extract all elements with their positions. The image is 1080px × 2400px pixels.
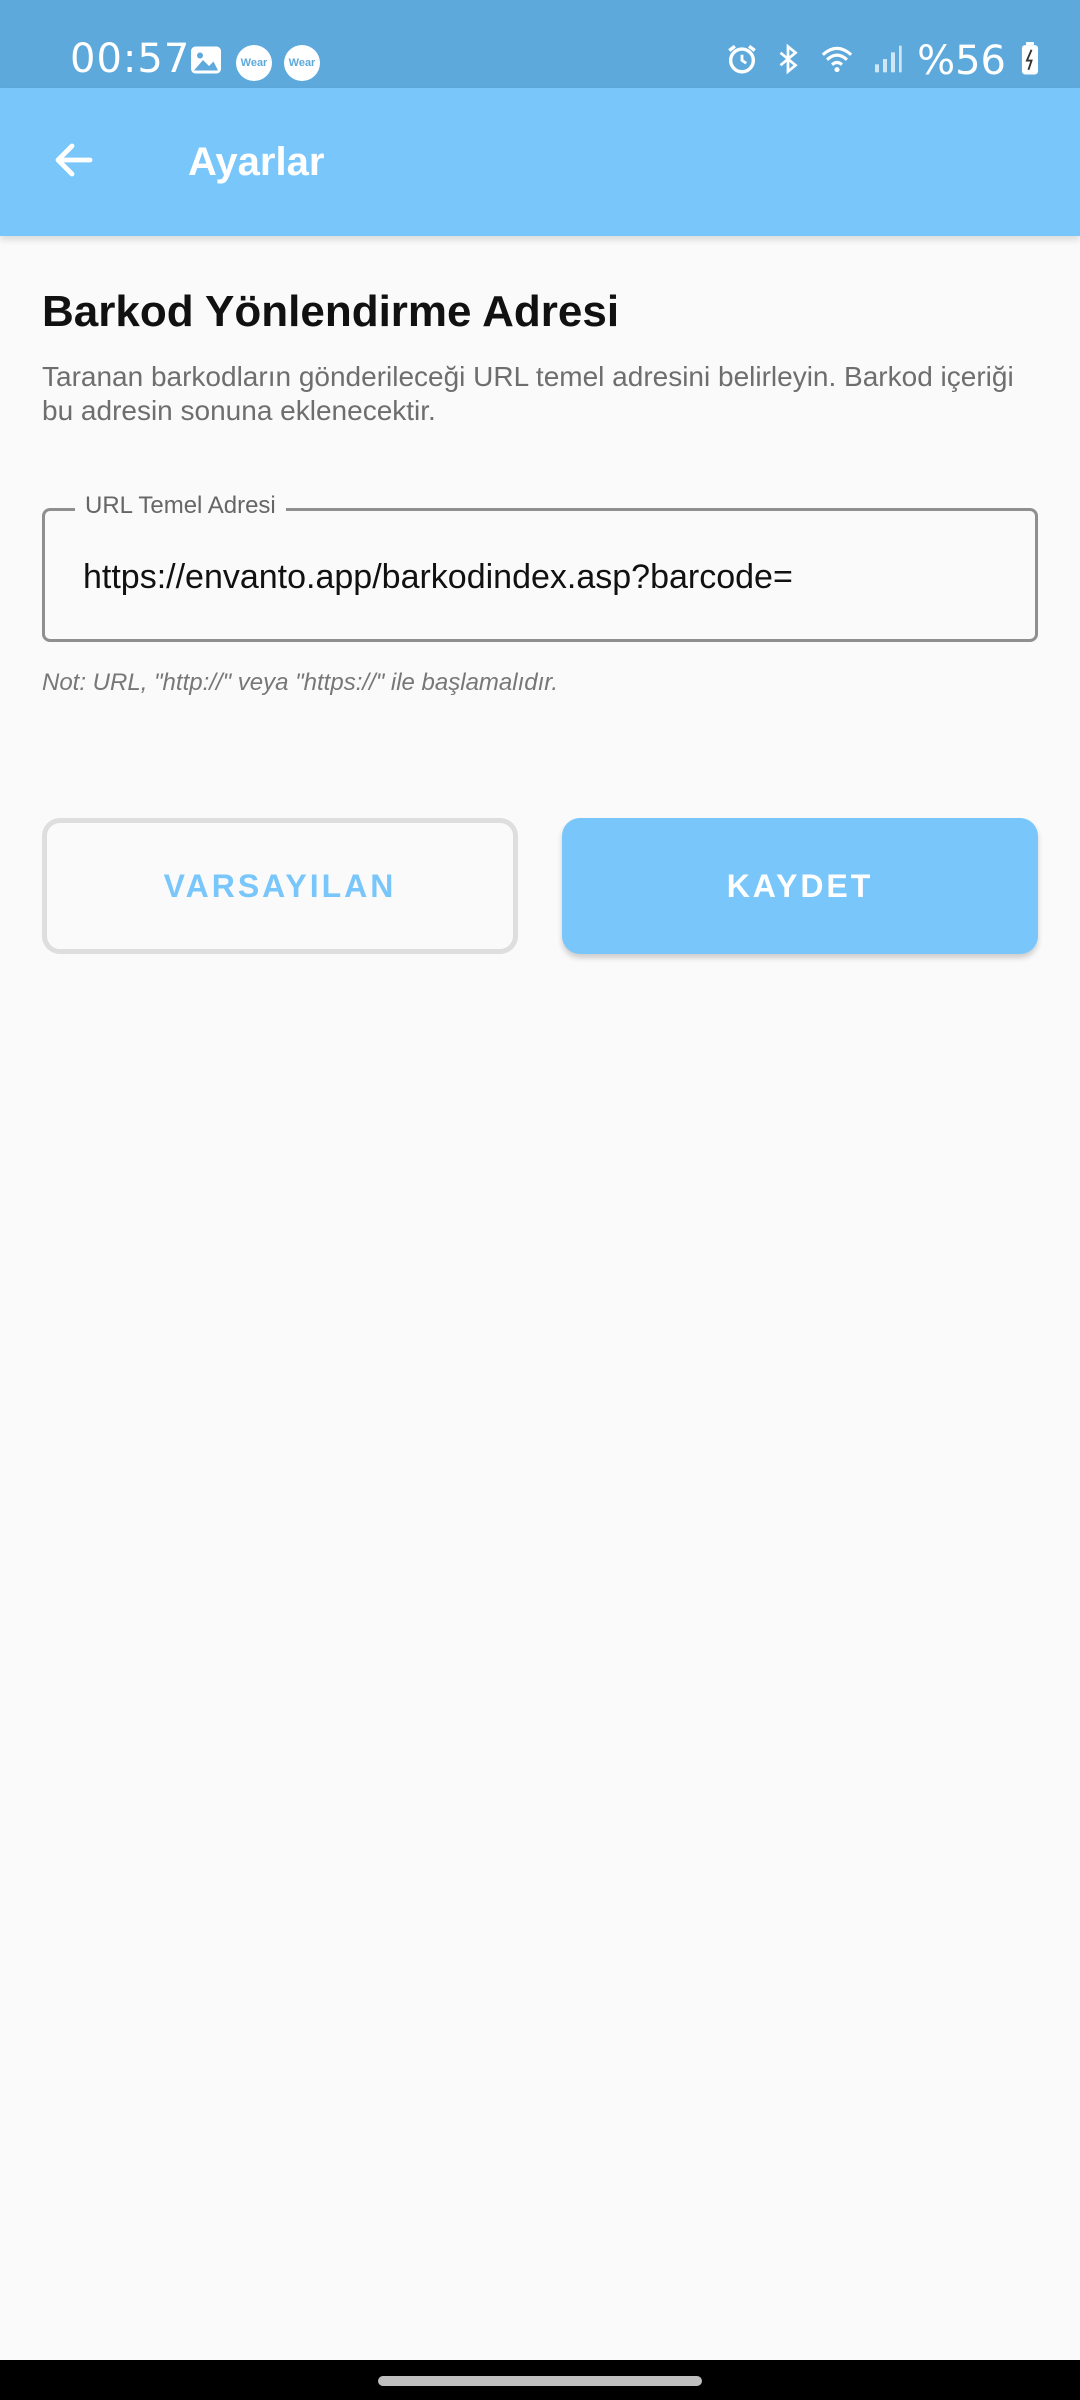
battery-level: %56 [917, 38, 1006, 84]
app-bar: Ayarlar [0, 88, 1080, 236]
url-note: Not: URL, "http://" veya "https://" ile … [42, 669, 559, 696]
wear-icon: Wear [284, 44, 320, 81]
back-button[interactable] [30, 126, 118, 198]
url-input[interactable] [83, 555, 983, 599]
wear-icon: Wear [236, 44, 272, 81]
image-icon [188, 42, 224, 83]
home-gesture-handle[interactable] [378, 2376, 702, 2386]
bluetooth-icon [773, 42, 803, 81]
url-field-label: URL Temel Adresi [75, 491, 286, 521]
notification-icons: Wear Wear [188, 42, 320, 83]
page-title: Ayarlar [188, 140, 325, 184]
section-description: Taranan barkodların gönderileceği URL te… [42, 361, 1014, 426]
alarm-icon [725, 42, 759, 81]
wifi-icon [817, 42, 857, 81]
battery-icon [1020, 41, 1040, 81]
system-icons: %56 [725, 36, 1040, 86]
url-field[interactable]: URL Temel Adresi [42, 491, 1038, 642]
section-title: Barkod Yönlendirme Adresi [42, 287, 620, 336]
arrow-left-icon [50, 136, 98, 189]
default-button[interactable]: VARSAYILAN [42, 818, 518, 954]
save-button[interactable]: KAYDET [562, 818, 1038, 954]
navigation-bar [0, 2360, 1080, 2400]
status-bar: 00:57 Wear Wear %56 [0, 0, 1080, 88]
status-time: 00:57 [70, 36, 191, 82]
signal-icon [871, 43, 903, 80]
